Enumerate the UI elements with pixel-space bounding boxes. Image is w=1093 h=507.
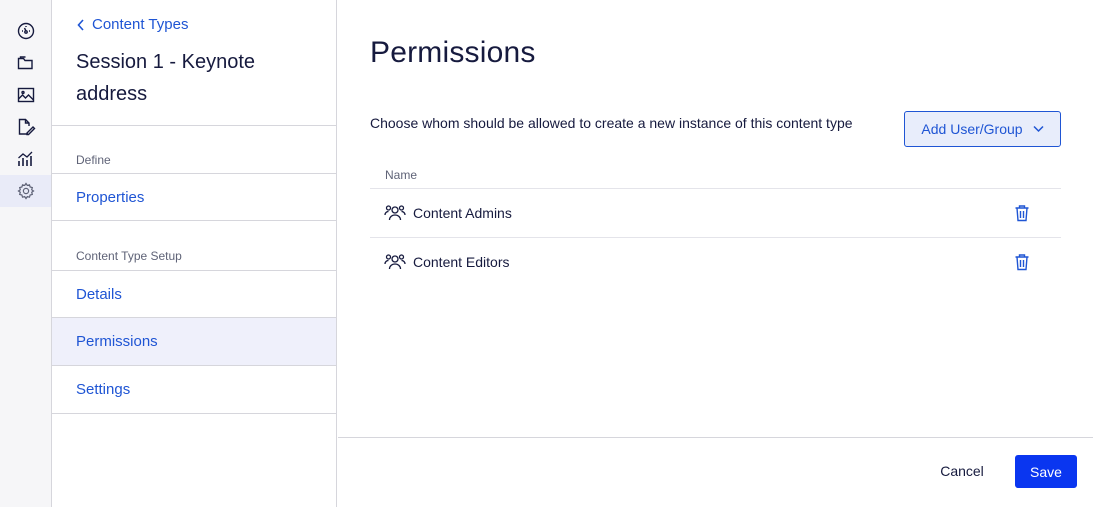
rail-dashboard-button[interactable] — [0, 15, 51, 47]
setup-section-heading: Content Type Setup — [76, 249, 182, 263]
permissions-panel: Permissions Choose whom should be allowe… — [338, 0, 1093, 507]
icon-rail — [0, 0, 52, 507]
nav-item-permissions[interactable]: Permissions — [52, 318, 336, 366]
nav-item-details[interactable]: Details — [52, 270, 336, 318]
nav-item-properties[interactable]: Properties — [52, 173, 336, 221]
rail-analytics-button[interactable] — [0, 143, 51, 175]
trash-icon[interactable] — [1014, 253, 1030, 271]
group-icon — [384, 205, 406, 221]
table-row: Content Admins — [370, 189, 1061, 237]
back-to-content-types-link[interactable]: Content Types — [76, 16, 188, 33]
back-link-label: Content Types — [92, 16, 189, 33]
dashboard-icon — [17, 22, 34, 40]
permissions-description: Choose whom should be allowed to create … — [370, 115, 853, 131]
content-type-nav: Content Types Session 1 - Keynote addres… — [52, 0, 337, 507]
chevron-left-icon — [77, 18, 84, 31]
nav-item-settings[interactable]: Settings — [52, 366, 336, 414]
group-icon — [384, 254, 406, 270]
analytics-icon — [17, 151, 32, 166]
page-title: Permissions — [370, 36, 536, 69]
rail-folder-button[interactable] — [0, 47, 51, 79]
chevron-down-icon — [1033, 125, 1044, 133]
gear-icon — [16, 182, 35, 200]
row-name: Content Admins — [413, 205, 512, 221]
content-type-title: Session 1 - Keynote address — [76, 51, 255, 105]
add-user-group-label: Add User/Group — [921, 121, 1023, 137]
table-row: Content Editors — [370, 238, 1061, 286]
divider — [52, 125, 336, 126]
define-section-heading: Define — [76, 153, 111, 167]
name-column-header: Name — [385, 168, 418, 182]
footer-divider — [338, 437, 1093, 438]
row-name: Content Editors — [413, 254, 510, 270]
folder-icon — [17, 56, 33, 70]
rail-settings-button[interactable] — [0, 175, 51, 207]
add-user-group-button[interactable]: Add User/Group — [904, 111, 1061, 147]
trash-icon[interactable] — [1014, 204, 1030, 222]
rail-media-button[interactable] — [0, 79, 51, 111]
image-icon — [17, 87, 34, 103]
edit-document-icon — [18, 118, 35, 136]
cancel-button[interactable]: Cancel — [928, 455, 996, 487]
save-button[interactable]: Save — [1015, 455, 1077, 488]
rail-content-button[interactable] — [0, 111, 51, 143]
